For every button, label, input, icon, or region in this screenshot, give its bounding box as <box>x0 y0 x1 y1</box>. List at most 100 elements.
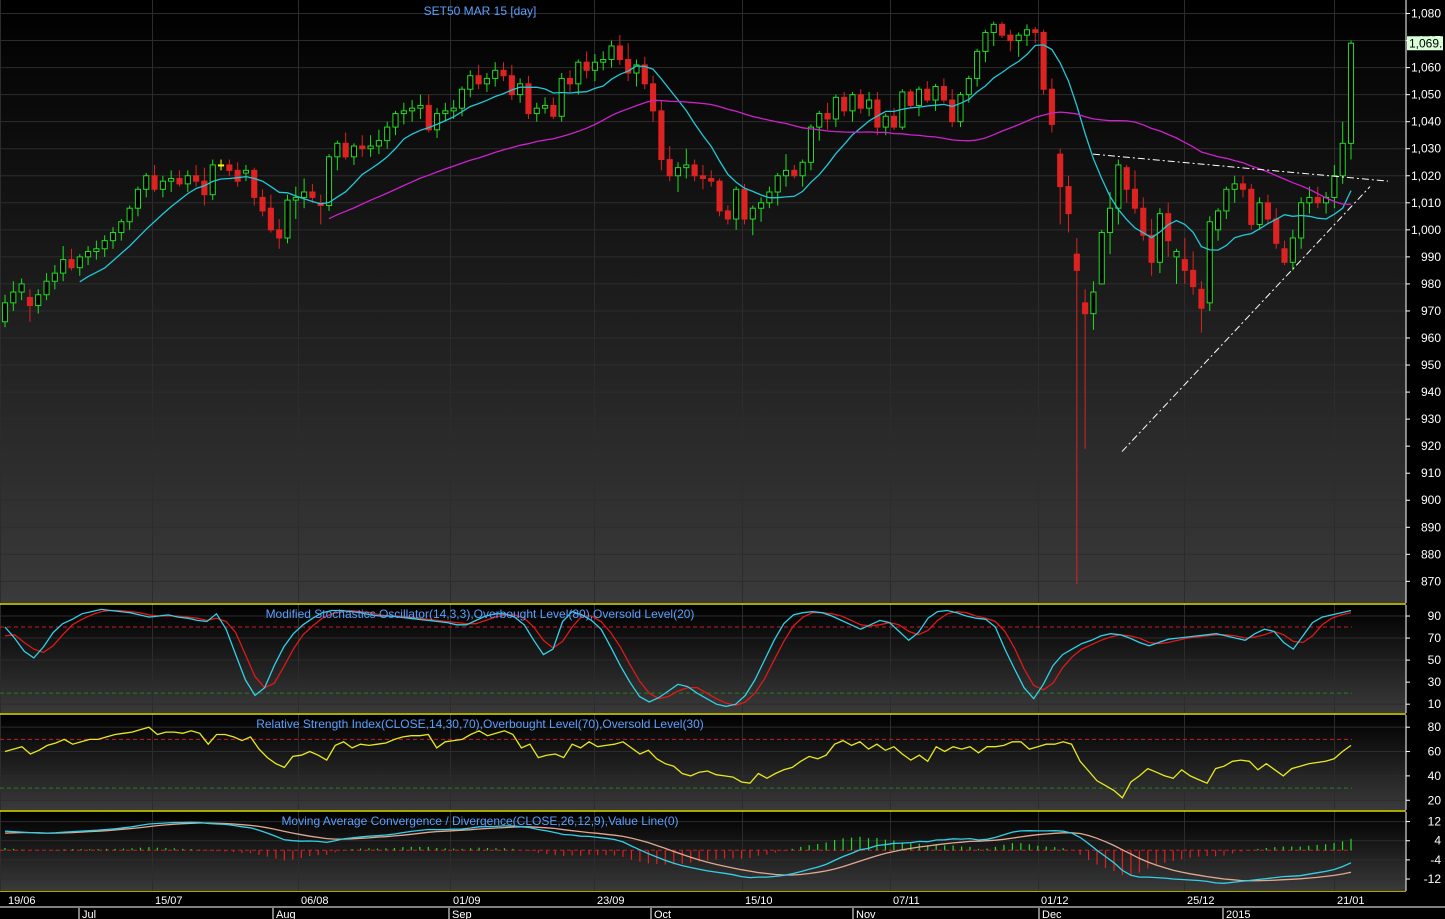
candle-body-up <box>109 232 117 242</box>
candle-body-up <box>1206 221 1213 304</box>
candle-body-up <box>1173 250 1180 258</box>
x-date-label: 21/01 <box>1337 895 1365 907</box>
candle-body-up <box>591 61 598 71</box>
y-tick-label-stochastic: 10 <box>1428 697 1442 711</box>
candle-body-up <box>1098 232 1105 285</box>
candle-body-down <box>201 180 208 196</box>
y-tick-label-rsi: 20 <box>1428 793 1442 807</box>
candle-body-up <box>292 196 299 201</box>
candle-body-down <box>1281 248 1288 263</box>
candle-body-up <box>1023 29 1031 36</box>
candle-body-down <box>616 45 623 60</box>
candle-body-down <box>566 77 574 85</box>
candle-body-up <box>417 104 424 109</box>
candle-body-up <box>492 69 499 79</box>
candle-body-up <box>816 113 823 128</box>
candle-body-down <box>1198 288 1205 309</box>
candle-body-down <box>550 104 557 117</box>
candle-body-up <box>974 50 981 79</box>
y-tick-label-rsi: 60 <box>1428 745 1442 759</box>
candle-body-down <box>226 164 233 171</box>
candle-body-up <box>118 221 125 234</box>
y-tick-label-price: 910 <box>1421 466 1441 480</box>
candle-body-up <box>375 140 382 147</box>
candle-body-up <box>400 110 407 115</box>
candle-body-up <box>832 96 839 120</box>
candle-body-down <box>475 75 482 85</box>
y-tick-label-macd: 12 <box>1428 815 1442 829</box>
x-month-label: Dec <box>1042 909 1062 919</box>
x-date-label: 06/08 <box>301 895 329 907</box>
y-tick-label-stochastic: 30 <box>1428 675 1442 689</box>
candle-body-down <box>940 86 947 101</box>
candle-body-up <box>542 104 549 109</box>
y-tick-label-price: 960 <box>1421 331 1441 345</box>
candle-body-up <box>1015 34 1022 42</box>
candle-body-down <box>1148 234 1155 263</box>
candle-body-down <box>1248 188 1255 225</box>
candle-body-up <box>43 280 50 296</box>
candle-body-up <box>749 207 756 220</box>
candle-body-down <box>1057 153 1064 188</box>
candle-body-up <box>10 291 17 304</box>
candle-body-up <box>433 113 441 131</box>
candle-body-down <box>1239 183 1247 190</box>
candle-body-down <box>716 180 723 212</box>
candle-body-down <box>907 91 914 106</box>
candle-body-down <box>1181 259 1188 271</box>
candle-body-down <box>1264 202 1271 220</box>
y-tick-label-price: 1,080 <box>1411 7 1441 21</box>
candle-body-up <box>558 77 565 117</box>
candle-body-down <box>666 159 673 177</box>
y-tick-label-price: 970 <box>1421 304 1441 318</box>
candle-body-down <box>724 210 731 220</box>
candle-body-up <box>168 177 175 182</box>
x-month-label: Oct <box>654 909 671 919</box>
candle-body-up <box>1298 202 1305 239</box>
candle-body-down <box>699 175 706 179</box>
y-tick-label-price: 1,060 <box>1411 61 1441 75</box>
candle-body-up <box>608 45 615 60</box>
candle-body-down <box>276 229 283 239</box>
candle-body-up <box>600 58 607 63</box>
candle-body-down <box>824 113 831 120</box>
y-tick-label-price: 1,040 <box>1411 115 1441 129</box>
x-month-label: Nov <box>856 909 876 919</box>
candle-body-down <box>1082 302 1089 315</box>
y-tick-label-price: 1,010 <box>1411 196 1441 210</box>
x-date-label: 25/12 <box>1187 895 1215 907</box>
candle-body-down <box>176 177 183 185</box>
candle-body-up <box>242 169 250 174</box>
rsi-title: Relative Strength Index(CLOSE,14,30,70),… <box>256 717 704 731</box>
candle-body-up <box>915 88 923 106</box>
x-date-label: 15/10 <box>745 895 773 907</box>
y-tick-label-price: 1,050 <box>1411 88 1441 102</box>
candle-body-up <box>184 175 191 185</box>
candle-body-up <box>51 272 58 282</box>
candle-body-up <box>1347 42 1355 144</box>
candle-body-up <box>159 180 166 190</box>
candle-body-up <box>76 256 83 269</box>
candle-body-up <box>18 283 25 293</box>
candle-body-up <box>849 94 856 112</box>
y-tick-label-price: 880 <box>1421 547 1441 561</box>
candle-body-down <box>508 75 515 96</box>
candle-body-down <box>890 115 898 128</box>
candle-body-down <box>1048 88 1055 125</box>
candle-body-up <box>334 142 341 158</box>
candle-body-down <box>1273 218 1280 244</box>
candle-body-down <box>1131 188 1139 209</box>
candle-body-up <box>1339 142 1346 177</box>
x-date-label: 19/06 <box>8 895 36 907</box>
candle-body-down <box>583 61 590 71</box>
candle-body-down <box>741 188 748 220</box>
candle-body-up <box>1156 213 1163 263</box>
candle-body-up <box>866 99 873 109</box>
candle-body-down <box>691 164 698 177</box>
y-tick-label-price: 930 <box>1421 412 1441 426</box>
candle-body-down <box>1032 29 1039 33</box>
candle-body-up <box>1106 207 1114 234</box>
candle-body-up <box>1 302 9 323</box>
candle-body-up <box>1331 175 1338 198</box>
candle-body-down <box>1123 167 1130 190</box>
